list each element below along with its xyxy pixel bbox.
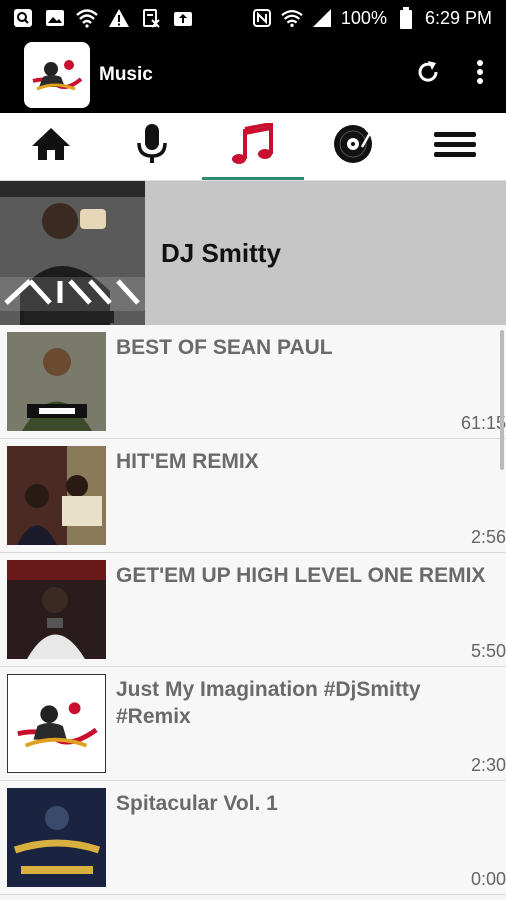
track-duration: 0:00 (470, 869, 506, 889)
track-title: Just My Imagination #DjSmitty #Remix (116, 678, 421, 728)
track-title: Spitacular Vol. 1 (116, 792, 278, 815)
track-row[interactable]: BEST OF SEAN PAUL 61:15 (0, 325, 506, 439)
search-notification-icon (12, 7, 34, 29)
music-note-icon (231, 121, 275, 170)
track-duration: 5:50 (470, 641, 506, 661)
track-duration: 2:56 (470, 527, 506, 547)
track-title: BEST OF SEAN PAUL (116, 336, 333, 359)
refresh-icon[interactable] (414, 58, 442, 91)
tab-podcast[interactable] (101, 113, 202, 180)
track-duration: 2:30 (470, 755, 506, 775)
clock: 6:29 PM (424, 7, 492, 28)
app-logo (24, 41, 90, 108)
artist-cover-image (0, 181, 145, 325)
tab-bar (0, 113, 506, 181)
status-bar: 100% 6:29 PM (0, 0, 506, 36)
track-row[interactable]: Spitacular Vol. 1 0:00 (0, 781, 506, 895)
track-row[interactable]: HIT'EM REMIX 2:56 (0, 439, 506, 553)
hamburger-menu-icon (434, 131, 477, 162)
track-list[interactable]: BEST OF SEAN PAUL 61:15 HIT'EM REMIX 2:5… (0, 325, 506, 900)
wifi-signal-icon (281, 7, 303, 29)
warning-icon (108, 7, 130, 29)
vinyl-record-icon (332, 123, 376, 170)
home-icon (30, 126, 72, 167)
track-title: HIT'EM REMIX (116, 450, 259, 473)
track-row[interactable]: Just My Imagination #DjSmitty #Remix 2:3… (0, 667, 506, 781)
tab-menu[interactable] (405, 113, 506, 180)
microphone-icon (134, 123, 170, 170)
data-disabled-icon (140, 7, 162, 29)
wifi-notification-icon (76, 7, 98, 29)
track-thumbnail (7, 332, 106, 431)
battery-percent: 100% (340, 7, 387, 28)
artist-name: DJ Smitty (161, 237, 281, 268)
app-bar: Music (0, 36, 506, 113)
track-thumbnail (7, 560, 106, 659)
track-thumbnail (7, 788, 106, 887)
nfc-icon (251, 7, 273, 29)
track-title: GET'EM UP HIGH LEVEL ONE REMIX (116, 564, 486, 587)
tab-music[interactable] (202, 113, 304, 180)
overflow-menu-icon[interactable] (476, 59, 484, 90)
track-thumbnail (7, 446, 106, 545)
track-row[interactable]: GET'EM UP HIGH LEVEL ONE REMIX 5:50 (0, 553, 506, 667)
image-notification-icon (44, 7, 66, 29)
upload-notification-icon (172, 7, 194, 29)
artist-header: DJ Smitty (0, 181, 506, 325)
battery-icon (395, 7, 417, 29)
tab-home[interactable] (0, 113, 101, 180)
cell-signal-icon (311, 7, 333, 29)
track-thumbnail (7, 674, 106, 773)
tab-mixes[interactable] (304, 113, 405, 180)
scrollbar[interactable] (500, 330, 504, 470)
app-title: Music (99, 63, 153, 85)
